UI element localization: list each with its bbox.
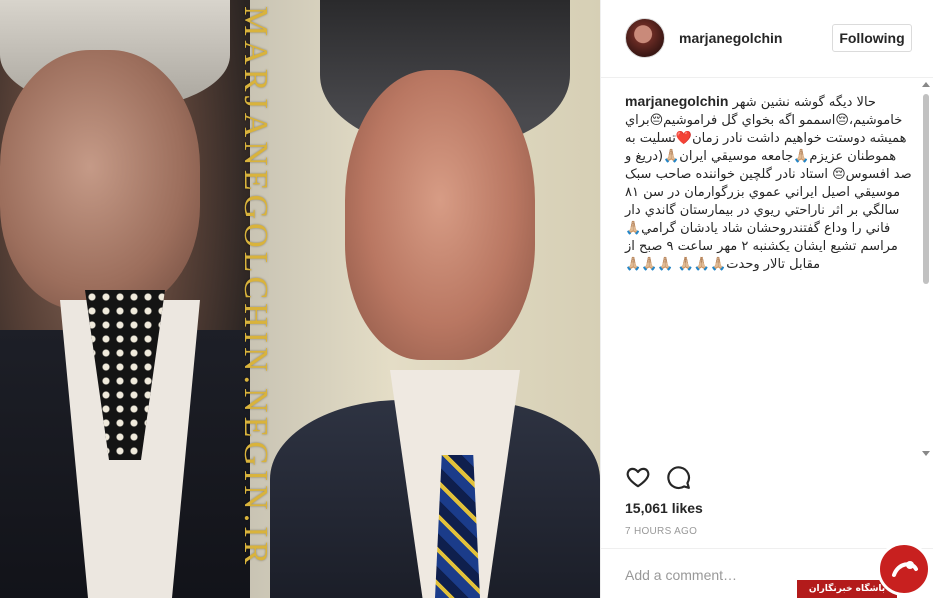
photo-watermark: MARJANEGOLCHIN.NEGIN.IR	[237, 6, 274, 569]
likes-count[interactable]: 15,061 likes	[625, 500, 703, 516]
post-side-panel: marjanegolchin Following marjanegolchin …	[600, 0, 933, 598]
caption: marjanegolchin حالا دیگه گوشه نشین شهر خ…	[625, 92, 916, 274]
scroll-up-arrow-icon[interactable]	[922, 82, 930, 87]
photo-left-face	[0, 50, 200, 310]
site-logo: باشگاه خبرنگاران	[797, 540, 933, 598]
caption-scroll-area[interactable]: marjanegolchin حالا دیگه گوشه نشین شهر خ…	[601, 92, 924, 454]
photo-right-face	[345, 70, 535, 360]
avatar[interactable]	[625, 18, 665, 58]
following-button[interactable]: Following	[832, 24, 912, 52]
caption-text: حالا دیگه گوشه نشین شهر خاموشیم،😔اسممو ا…	[625, 95, 912, 272]
heart-outline-icon[interactable]	[625, 464, 651, 490]
caption-username[interactable]: marjanegolchin	[625, 93, 728, 109]
scroll-down-arrow-icon[interactable]	[922, 451, 930, 456]
post-header: marjanegolchin Following	[601, 0, 933, 78]
post-photo: MARJANEGOLCHIN.NEGIN.IR	[0, 0, 600, 598]
header-username[interactable]: marjanegolchin	[679, 30, 782, 46]
scroll-thumb[interactable]	[923, 94, 929, 284]
caption-scrollbar[interactable]	[921, 80, 933, 458]
site-logo-emblem-icon	[877, 542, 931, 596]
photo-right-tie	[435, 455, 480, 598]
post-actions	[625, 464, 825, 494]
speech-bubble-icon[interactable]	[665, 464, 691, 490]
post-timestamp: 7 HOURS AGO	[625, 526, 698, 537]
